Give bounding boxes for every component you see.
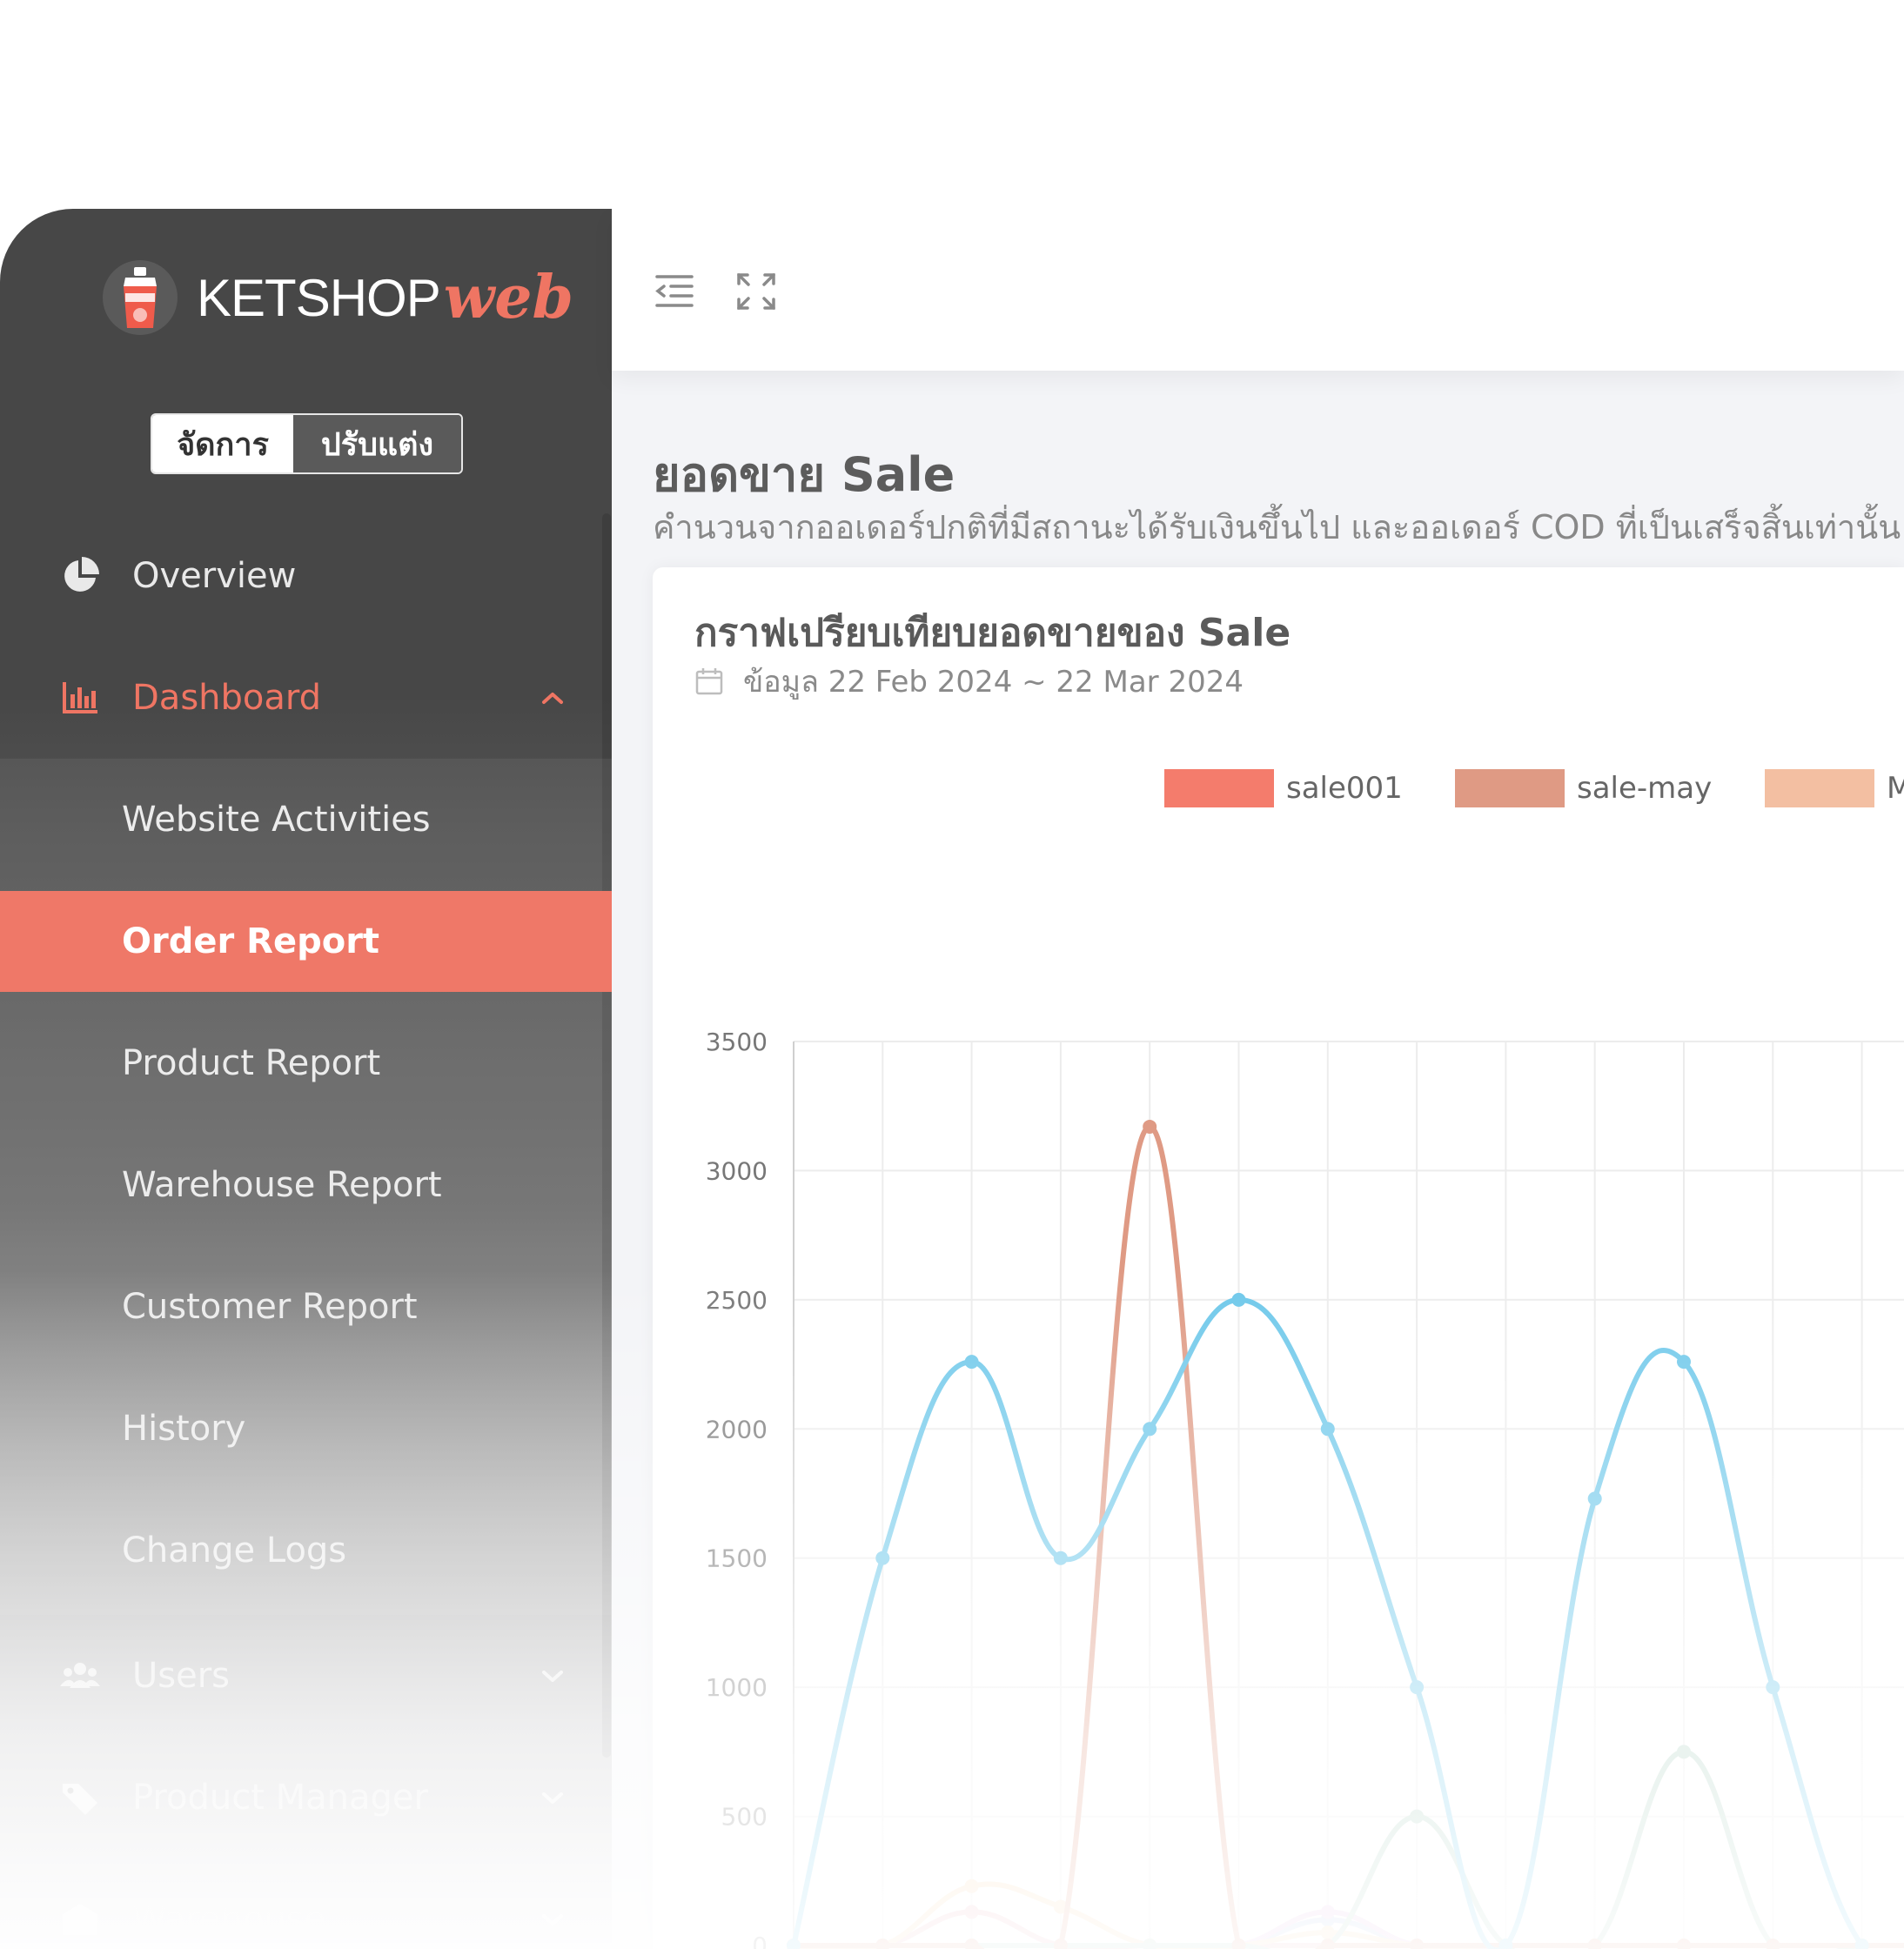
sub-item-label: History: [122, 1409, 246, 1449]
sub-item-label: Customer Report: [122, 1287, 418, 1327]
data-point: [1677, 1355, 1691, 1370]
data-point: [1143, 1939, 1157, 1949]
dashboard-submenu: Website Activities Order Report Product …: [0, 759, 612, 1615]
sidebar: KETSHOP web จัดการ ปรับแต่ง Overview Das…: [0, 209, 612, 1949]
sub-item-label: Change Logs: [122, 1530, 347, 1571]
sub-item-label: Order Report: [122, 921, 380, 961]
data-point: [1320, 1905, 1335, 1919]
sidebar-item-warehouse[interactable]: Warehouse: [0, 1859, 612, 1949]
sub-item-warehouse-report[interactable]: Warehouse Report: [0, 1135, 612, 1236]
data-point: [1320, 1422, 1335, 1437]
data-point: [1320, 1926, 1335, 1940]
sidebar-item-label: Warehouse: [132, 1899, 326, 1939]
sub-item-customer-report[interactable]: Customer Report: [0, 1256, 612, 1357]
y-tick-label: 0: [752, 1932, 768, 1949]
chevron-up-icon[interactable]: [540, 689, 566, 707]
data-point: [964, 1939, 979, 1949]
menu-collapse-icon[interactable]: [654, 271, 695, 311]
sub-item-website-activities[interactable]: Website Activities: [0, 759, 612, 881]
app-window: KETSHOP web จัดการ ปรับแต่ง Overview Das…: [0, 209, 1904, 1949]
series-line-0: [791, 1296, 1868, 1949]
sidebar-item-label: Users: [132, 1656, 231, 1696]
data-point: [1053, 1939, 1068, 1949]
legend-swatch: [1164, 769, 1274, 807]
legend-swatch: [1765, 769, 1874, 807]
sidebar-item-users[interactable]: Users: [0, 1615, 612, 1737]
legend-label: sale001: [1286, 771, 1403, 806]
legend-swatch: [1455, 769, 1565, 807]
page-subtitle: คำนวนจากออเดอร์ปกติที่มีสถานะได้รับเงินข…: [653, 508, 1901, 546]
data-point: [1231, 1292, 1246, 1307]
topbar: [612, 209, 1904, 371]
sub-item-change-logs[interactable]: Change Logs: [0, 1500, 612, 1601]
data-point: [1410, 1680, 1425, 1695]
data-point: [1053, 1550, 1068, 1565]
pie-chart-icon: [64, 557, 99, 592]
data-point: [1766, 1680, 1780, 1695]
y-tick-label: 2000: [706, 1415, 768, 1443]
data-point: [1587, 1491, 1602, 1506]
sub-item-product-report[interactable]: Product Report: [0, 1013, 612, 1114]
ketchup-bottle-icon: [103, 260, 178, 335]
data-point: [1143, 1422, 1157, 1437]
y-tick-label: 3000: [706, 1156, 768, 1185]
data-point: [964, 1905, 979, 1919]
data-point: [1410, 1809, 1425, 1824]
fullscreen-icon[interactable]: [735, 271, 777, 311]
tags-icon: [63, 1784, 97, 1815]
data-point: [875, 1939, 890, 1949]
y-tick-label: 1000: [706, 1673, 768, 1702]
brand-suffix: web: [443, 263, 574, 332]
manage-mode-button[interactable]: จัดการ: [152, 415, 293, 472]
sales-chart-card: กราฟเปรียบเทียบยอดขายของ Sale ข้อมูล 22 …: [653, 567, 1904, 1949]
sub-item-history[interactable]: History: [0, 1378, 612, 1479]
data-point: [787, 1939, 801, 1949]
y-tick-label: 500: [721, 1803, 768, 1832]
y-tick-label: 3500: [706, 1028, 768, 1056]
sub-item-label: Website Activities: [122, 800, 431, 840]
y-tick-label: 1500: [706, 1544, 768, 1573]
brand-logo[interactable]: KETSHOP web: [103, 254, 573, 341]
sidebar-item-label: Dashboard: [132, 678, 322, 718]
sidebar-item-overview[interactable]: Overview: [0, 515, 612, 637]
data-point: [964, 1355, 979, 1370]
users-icon: [60, 1663, 100, 1688]
bar-chart-icon: [63, 682, 97, 713]
data-point: [964, 1879, 979, 1893]
warehouse-icon: [63, 1904, 97, 1935]
data-point: [1143, 1119, 1157, 1134]
sub-item-order-report[interactable]: Order Report: [0, 891, 612, 992]
chevron-down-icon[interactable]: [540, 1667, 566, 1684]
sidebar-item-label: Product Manager: [132, 1778, 428, 1818]
chevron-down-icon[interactable]: [540, 1789, 566, 1806]
data-point: [875, 1550, 890, 1565]
sidebar-item-product-manager[interactable]: Product Manager: [0, 1737, 612, 1859]
sub-item-label: Product Report: [122, 1043, 381, 1083]
y-tick-label: 2500: [706, 1286, 768, 1315]
sub-item-label: Warehouse Report: [122, 1165, 442, 1205]
data-point: [1231, 1939, 1246, 1949]
data-point: [1410, 1939, 1425, 1949]
brand-name: KETSHOP: [197, 268, 441, 327]
legend-label: sale-may: [1577, 771, 1712, 806]
series-line-2: [791, 1749, 1904, 1949]
sidebar-item-dashboard[interactable]: Dashboard: [0, 637, 612, 759]
customize-mode-button[interactable]: ปรับแต่ง: [293, 415, 461, 472]
chevron-down-icon[interactable]: [540, 1911, 566, 1928]
legend-label: May: [1887, 771, 1904, 806]
mode-toggle: จัดการ ปรับแต่ง: [151, 413, 463, 474]
sidebar-item-label: Overview: [132, 556, 297, 596]
data-point: [1677, 1745, 1691, 1759]
sales-line-chart: 050010001500200025003000350022 Feb23 Feb…: [706, 769, 1904, 1949]
data-point: [1677, 1939, 1691, 1949]
